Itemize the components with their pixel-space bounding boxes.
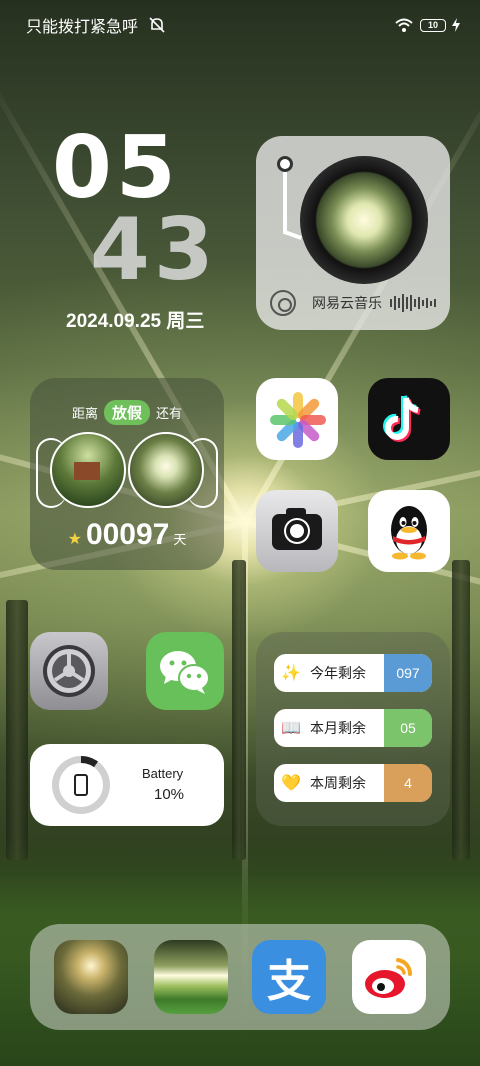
music-app-name: 网易云音乐: [312, 295, 382, 311]
weibo-icon: [365, 958, 413, 998]
holiday-label: 放假: [103, 400, 150, 425]
tonearm-knob: [277, 156, 293, 172]
holiday-days: 00097: [85, 518, 170, 551]
holiday-title: 距离 放假 还有: [30, 400, 224, 425]
wechat-icon: [160, 651, 210, 694]
book-icon: 📖: [281, 720, 301, 737]
qq-app-icon[interactable]: [368, 490, 450, 572]
clock-date: 2024.09.25 周三: [66, 311, 205, 332]
weibo-app-icon[interactable]: [352, 940, 426, 1014]
countdown-row-week: 💛 本周剩余 4: [274, 764, 432, 802]
countdown-label: 今年剩余: [310, 665, 366, 681]
countdown-label: 本月剩余: [310, 720, 366, 736]
music-widget[interactable]: 网易云音乐: [256, 136, 450, 330]
dock: 支: [30, 924, 450, 1030]
countdown-row-year: ✨ 今年剩余 097: [274, 654, 432, 692]
photos-app-icon[interactable]: [256, 378, 338, 460]
lightning-icon: [452, 18, 460, 32]
bell-off-icon: [149, 17, 165, 33]
countdown-label: 本周剩余: [310, 775, 366, 791]
carrier-text: 只能拨打紧急呼: [26, 19, 139, 36]
clock-minute: 43: [90, 200, 218, 300]
alipay-icon: 支: [267, 957, 311, 1006]
countdown-value: 097: [384, 654, 432, 692]
battery-value: 10%: [154, 786, 185, 803]
holiday-suffix: 还有: [156, 406, 183, 421]
countdown-value: 05: [384, 709, 432, 747]
tonearm: [283, 164, 287, 234]
star-icon: ★: [67, 531, 82, 548]
tiktok-icon: [383, 395, 421, 442]
battery-label: Battery: [142, 766, 184, 781]
countdown-value: 4: [384, 764, 432, 802]
camera-icon: [286, 520, 308, 542]
dock-forest-photo-1[interactable]: [54, 940, 128, 1014]
settings-app-icon[interactable]: [30, 632, 108, 710]
forest-sun-photo: [128, 432, 204, 508]
music-bar: 网易云音乐: [270, 286, 436, 320]
wifi-icon: [395, 18, 413, 32]
cabin-photo: [50, 432, 126, 508]
battery-widget[interactable]: Battery 10%: [30, 744, 224, 826]
qq-icon: [391, 506, 427, 560]
wechat-app-icon[interactable]: [146, 632, 224, 710]
holiday-widget[interactable]: 距离 放假 还有 ★ 00097 天: [30, 378, 224, 570]
vinyl-record: [300, 156, 428, 284]
tree-trunk: [452, 560, 470, 860]
countdown-row-month: 📖 本月剩余 05: [274, 709, 432, 747]
tree-trunk: [232, 560, 246, 860]
tonearm-end: [283, 230, 302, 240]
holiday-prefix: 距离: [71, 406, 98, 421]
holiday-count: ★ 00097 天: [30, 518, 224, 552]
tiktok-app-icon[interactable]: [368, 378, 450, 460]
battery-indicator: 10: [420, 18, 446, 32]
netease-music-icon: [270, 290, 296, 316]
phone-icon: [74, 774, 88, 796]
holiday-unit: 天: [173, 532, 187, 547]
dock-forest-photo-2[interactable]: [154, 940, 228, 1014]
status-bar: 只能拨打紧急呼 10: [26, 14, 460, 36]
heart-icon: 💛: [281, 775, 301, 792]
alipay-app-icon[interactable]: 支: [252, 940, 326, 1014]
tree-trunk: [6, 600, 28, 860]
countdown-widget[interactable]: ✨ 今年剩余 097 📖 本月剩余 05 💛 本周剩余 4: [256, 632, 450, 826]
gear-icon: [43, 645, 95, 697]
sparkles-icon: ✨: [281, 665, 301, 682]
waveform-icon: [390, 294, 436, 312]
camera-app-icon[interactable]: [256, 490, 338, 572]
